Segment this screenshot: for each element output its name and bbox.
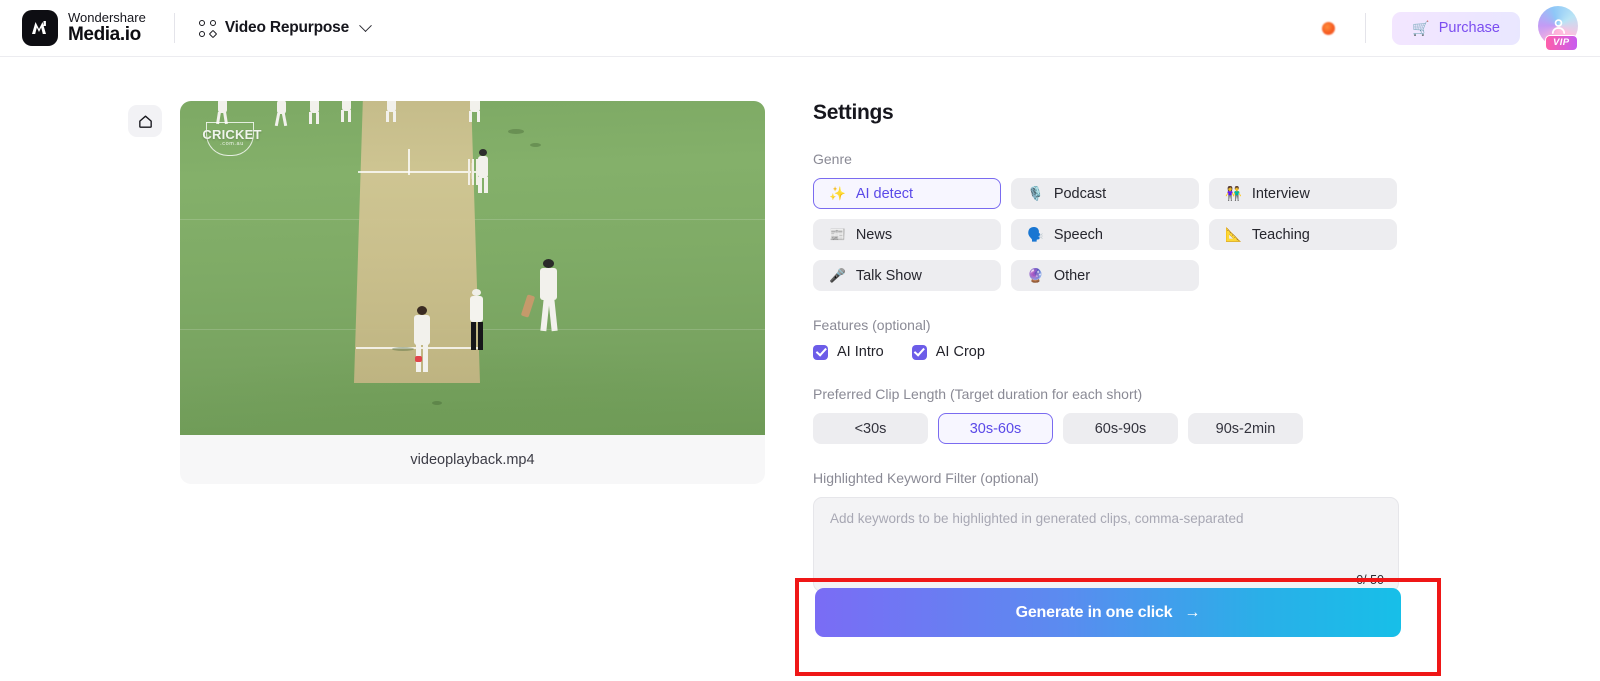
genre-option-label: Talk Show xyxy=(856,268,922,284)
home-icon xyxy=(137,113,154,130)
keyword-filter-label: Highlighted Keyword Filter (optional) xyxy=(813,470,1413,486)
brand-logo[interactable]: Wondershare Media.io xyxy=(22,10,146,46)
module-selector[interactable]: Video Repurpose xyxy=(199,19,370,37)
clip-length-options: <30s 30s-60s 60s-90s 90s-2min xyxy=(813,413,1413,444)
watermark-main: CRICKET xyxy=(200,127,264,142)
triangular-ruler-icon: 📐 xyxy=(1225,228,1242,242)
home-button[interactable] xyxy=(128,105,162,137)
grid-diamond-icon xyxy=(199,20,216,37)
clip-length-option-60s-90s[interactable]: 60s-90s xyxy=(1063,413,1178,444)
newspaper-icon: 📰 xyxy=(829,228,846,242)
purchase-button[interactable]: 🛒 Purchase xyxy=(1392,12,1520,45)
brand-mark-icon xyxy=(22,10,58,46)
clip-length-option-under-30s[interactable]: <30s xyxy=(813,413,928,444)
generate-button[interactable]: Generate in one click → xyxy=(815,588,1401,637)
module-label: Video Repurpose xyxy=(225,19,349,37)
generate-button-label: Generate in one click xyxy=(1016,604,1173,622)
vip-badge: VIP xyxy=(1545,35,1578,51)
genre-options: ✨ AI detect 🎙️ Podcast 👫 Interview 📰 New… xyxy=(813,178,1413,291)
features-options: AI Intro AI Crop xyxy=(813,344,1413,360)
checkbox-ai-intro[interactable]: AI Intro xyxy=(813,344,884,360)
genre-option-label: Speech xyxy=(1054,227,1103,243)
keyword-filter-placeholder: Add keywords to be highlighted in genera… xyxy=(830,511,1382,526)
genre-option-ai-detect[interactable]: ✨ AI detect xyxy=(813,178,1001,209)
clip-length-option-30s-60s[interactable]: 30s-60s xyxy=(938,413,1053,444)
sparkles-icon: ✨ xyxy=(829,187,846,201)
checkbox-label: AI Crop xyxy=(936,344,985,360)
checkbox-label: AI Intro xyxy=(837,344,884,360)
chevron-down-icon xyxy=(359,19,372,32)
features-label: Features (optional) xyxy=(813,317,1413,333)
genre-option-label: News xyxy=(856,227,892,243)
studio-microphone-icon: 🎙️ xyxy=(1027,187,1044,201)
cart-icon: 🛒 xyxy=(1412,21,1429,35)
genre-option-label: Podcast xyxy=(1054,186,1106,202)
brand-name-bottom: Media.io xyxy=(68,25,146,46)
genre-label: Genre xyxy=(813,151,1413,167)
brand-name-top: Wondershare xyxy=(68,11,146,25)
notification-dot-icon[interactable] xyxy=(1322,22,1335,35)
genre-option-podcast[interactable]: 🎙️ Podcast xyxy=(1011,178,1199,209)
page-title: Settings xyxy=(813,101,1413,125)
video-filename: videoplayback.mp4 xyxy=(180,435,765,484)
header-divider-right xyxy=(1365,13,1366,43)
genre-option-label: AI detect xyxy=(856,186,913,202)
genre-option-interview[interactable]: 👫 Interview xyxy=(1209,178,1397,209)
genre-option-teaching[interactable]: 📐 Teaching xyxy=(1209,219,1397,250)
video-thumbnail[interactable]: CRICKET .com.au xyxy=(180,101,765,435)
genre-option-label: Interview xyxy=(1252,186,1310,202)
avatar[interactable]: VIP xyxy=(1538,6,1582,50)
genre-option-speech[interactable]: 🗣️ Speech xyxy=(1011,219,1199,250)
purchase-label: Purchase xyxy=(1439,20,1500,36)
clip-length-option-90s-2min[interactable]: 90s-2min xyxy=(1188,413,1303,444)
genre-option-label: Teaching xyxy=(1252,227,1310,243)
settings-panel: Settings Genre ✨ AI detect 🎙️ Podcast 👫 … xyxy=(813,101,1413,592)
app-header: Wondershare Media.io Video Repurpose 🛒 P… xyxy=(0,0,1600,57)
keyword-char-counter: 0/ 50 xyxy=(1356,573,1384,587)
header-divider xyxy=(174,13,175,43)
two-people-icon: 👫 xyxy=(1225,187,1242,201)
checkmark-icon xyxy=(813,345,828,360)
checkbox-ai-crop[interactable]: AI Crop xyxy=(912,344,985,360)
genre-option-news[interactable]: 📰 News xyxy=(813,219,1001,250)
genre-option-label: Other xyxy=(1054,268,1090,284)
microphone-icon: 🎤 xyxy=(829,269,846,283)
header-right-group: 🛒 Purchase VIP xyxy=(1322,6,1600,50)
keyword-filter-input[interactable]: Add keywords to be highlighted in genera… xyxy=(813,497,1399,592)
genre-option-talk-show[interactable]: 🎤 Talk Show xyxy=(813,260,1001,291)
clip-length-label: Preferred Clip Length (Target duration f… xyxy=(813,386,1413,402)
cricket-watermark: CRICKET .com.au xyxy=(198,119,262,159)
arrow-right-icon: → xyxy=(1184,604,1200,622)
user-icon xyxy=(1548,16,1569,37)
genre-option-other[interactable]: 🔮 Other xyxy=(1011,260,1199,291)
video-preview-card[interactable]: CRICKET .com.au videoplayback.mp4 xyxy=(180,101,765,484)
speaking-head-icon: 🗣️ xyxy=(1027,228,1044,242)
crystal-ball-icon: 🔮 xyxy=(1027,269,1044,283)
watermark-sub: .com.au xyxy=(200,141,264,147)
checkmark-icon xyxy=(912,345,927,360)
